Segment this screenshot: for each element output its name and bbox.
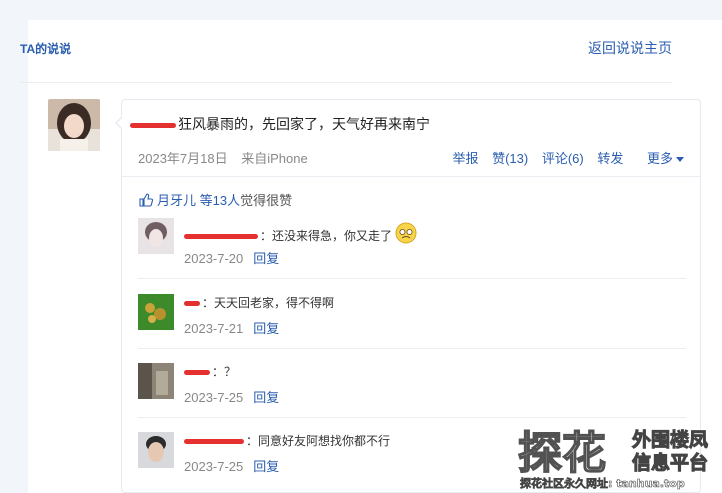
post-actions: 举报 赞(13) 评论(6) 转发 更多 xyxy=(442,148,684,167)
comment-text: ：？ xyxy=(212,365,237,379)
reply-button[interactable]: 回复 xyxy=(253,390,279,405)
comment-text: ：天天回老家，得不得啊 xyxy=(202,296,335,310)
commenter-avatar[interactable] xyxy=(138,294,174,330)
post-date: 2023年7月18日 xyxy=(138,151,228,166)
comment-text: ：还没来得急，你又走了 xyxy=(260,229,393,243)
watermark-line2: 信息平台 xyxy=(632,451,708,474)
comment-meta: 2023-7-20 回复 xyxy=(184,248,279,267)
site-watermark: 探花 外围楼凤 信息平台 探花社区永久网址: tanhua.top xyxy=(516,424,722,493)
reply-button[interactable]: 回复 xyxy=(253,321,279,336)
watermark-line1: 外围楼凤 xyxy=(632,428,708,451)
comment-meta: 2023-7-25 回复 xyxy=(184,456,279,475)
forward-button[interactable]: 转发 xyxy=(597,151,623,166)
reply-button[interactable]: 回复 xyxy=(253,459,279,474)
author-avatar[interactable] xyxy=(48,99,100,151)
likes-summary: 月牙儿 等13人觉得很赞 xyxy=(139,190,292,209)
post-content: 狂风暴雨的，先回家了，天气好再来南宁 xyxy=(130,114,430,134)
header-divider xyxy=(20,82,672,83)
likers-count-link[interactable]: 等13人 xyxy=(200,193,240,208)
reply-button[interactable]: 回复 xyxy=(253,251,279,266)
redacted-commenter-name xyxy=(184,301,200,307)
redacted-commenter-name xyxy=(184,370,210,376)
page-header: TA的说说 返回说说主页 xyxy=(20,38,694,62)
comment-body: ：？ xyxy=(184,363,236,380)
watermark-url: 探花社区永久网址: tanhua.top xyxy=(520,476,685,490)
card-arrow-inner xyxy=(117,118,122,128)
crying-emoji-icon xyxy=(395,222,417,244)
comment-date: 2023-7-25 xyxy=(184,390,244,405)
comment-date: 2023-7-20 xyxy=(184,251,244,266)
post-source: 来自iPhone xyxy=(241,151,308,166)
thumbs-up-icon xyxy=(139,193,153,207)
comment-divider xyxy=(138,417,686,418)
back-to-feed-link[interactable]: 返回说说主页 xyxy=(588,38,672,58)
comment-date: 2023-7-25 xyxy=(184,459,244,474)
watermark-logo: 探花 xyxy=(518,428,606,479)
commenter-avatar[interactable] xyxy=(138,432,174,468)
comment-body: ：天天回老家，得不得啊 xyxy=(184,294,334,311)
comment-date: 2023-7-21 xyxy=(184,321,244,336)
redacted-author-name xyxy=(130,122,176,128)
comment-divider xyxy=(138,278,686,279)
likes-suffix: 觉得很赞 xyxy=(240,193,293,208)
like-button[interactable]: 赞(13) xyxy=(492,151,528,166)
comment-text: ：同意好友阿想找你都不行 xyxy=(246,434,391,448)
report-button[interactable]: 举报 xyxy=(452,151,478,166)
chevron-down-icon xyxy=(676,157,684,163)
redacted-commenter-name xyxy=(184,439,244,445)
post-text: 狂风暴雨的，先回家了，天气好再来南宁 xyxy=(178,116,430,132)
comment-body: ：还没来得急，你又走了 xyxy=(184,222,417,244)
page-title: TA的说说 xyxy=(20,42,72,56)
comment-divider xyxy=(138,348,686,349)
likes-divider xyxy=(122,176,700,177)
commenter-avatar[interactable] xyxy=(138,363,174,399)
liker-name-link[interactable]: 月牙儿 xyxy=(157,193,196,208)
comment-meta: 2023-7-21 回复 xyxy=(184,318,279,337)
comment-button[interactable]: 评论(6) xyxy=(542,151,584,166)
more-label: 更多 xyxy=(646,151,673,166)
comment-meta: 2023-7-25 回复 xyxy=(184,387,279,406)
more-button[interactable]: 更多 xyxy=(637,151,684,166)
post-meta: 2023年7月18日 来自iPhone xyxy=(138,148,318,167)
comment-body: ：同意好友阿想找你都不行 xyxy=(184,432,390,449)
redacted-commenter-name xyxy=(184,234,258,240)
commenter-avatar[interactable] xyxy=(138,218,174,254)
